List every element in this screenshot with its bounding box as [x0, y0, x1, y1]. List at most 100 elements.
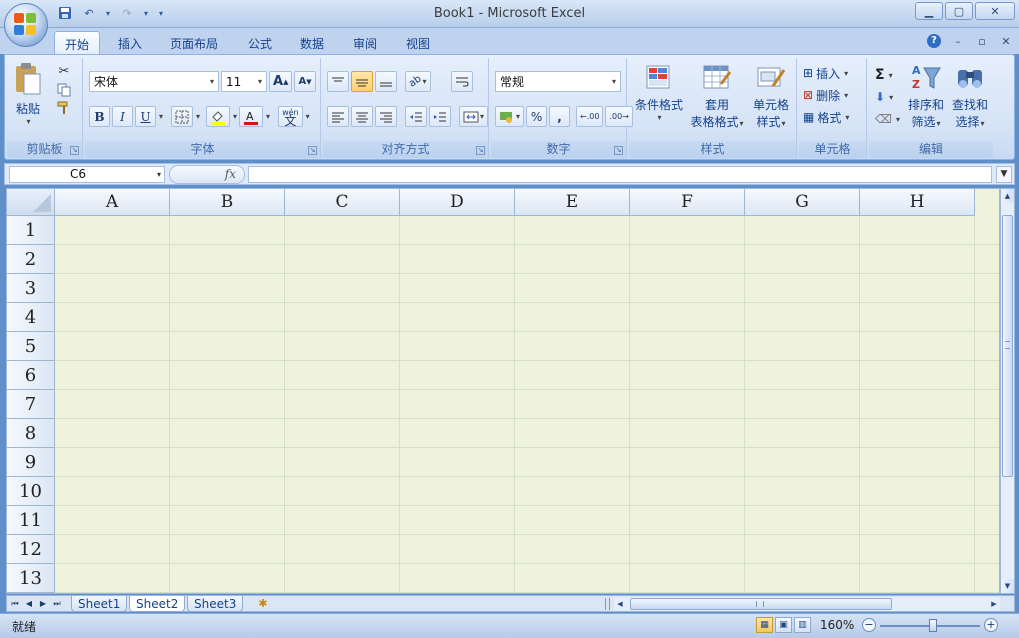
align-right-icon[interactable]: [375, 106, 397, 127]
tab-split-handle[interactable]: [605, 598, 610, 610]
font-color-icon[interactable]: A: [239, 106, 264, 127]
office-button[interactable]: [4, 3, 48, 47]
sheet-tab-3[interactable]: Sheet3: [187, 596, 244, 612]
help-icon[interactable]: ?: [927, 34, 941, 48]
accounting-format-icon[interactable]: ▾: [495, 106, 525, 127]
expand-formula-bar-icon[interactable]: ▼: [996, 166, 1012, 183]
autosum-button[interactable]: Σ ▾: [875, 64, 900, 86]
align-middle-icon[interactable]: [351, 71, 373, 92]
find-select-button[interactable]: 查找和 选择▾: [949, 62, 991, 130]
number-launcher-icon[interactable]: ↘: [614, 146, 623, 155]
column-header-c[interactable]: C: [285, 189, 400, 216]
scroll-up-icon[interactable]: ▲: [1001, 189, 1014, 203]
increase-decimal-button[interactable]: ← .00: [576, 106, 604, 127]
sort-filter-button[interactable]: AZ 排序和 筛选▾: [905, 62, 947, 130]
horizontal-scroll-thumb[interactable]: [630, 598, 892, 610]
align-top-icon[interactable]: [327, 71, 349, 92]
decrease-indent-icon[interactable]: [405, 106, 427, 127]
tab-view[interactable]: 视图: [396, 31, 440, 54]
grow-font-button[interactable]: A ▲: [269, 71, 293, 92]
insert-sheet-icon[interactable]: ✱: [252, 596, 274, 612]
vertical-scrollbar[interactable]: ▲ ▼: [1000, 188, 1015, 594]
table-format-button[interactable]: 套用 表格格式▾: [687, 62, 747, 130]
column-header-g[interactable]: G: [745, 189, 860, 216]
italic-button[interactable]: I: [112, 106, 133, 127]
workbook-minimize-button[interactable]: –: [951, 35, 965, 48]
fill-color-icon[interactable]: [206, 106, 231, 127]
page-break-view-icon[interactable]: ▥: [794, 617, 811, 633]
percent-style-button[interactable]: %: [526, 106, 548, 127]
row-header-13[interactable]: 13: [7, 564, 55, 593]
tab-home[interactable]: 开始: [54, 31, 101, 54]
borders-icon[interactable]: [171, 106, 194, 127]
format-painter-icon[interactable]: [57, 101, 71, 115]
row-header-8[interactable]: 8: [7, 419, 55, 448]
merge-center-icon[interactable]: ▾: [459, 106, 489, 127]
alignment-launcher-icon[interactable]: ↘: [476, 146, 485, 155]
number-format-select[interactable]: 常规 ▾: [495, 71, 621, 92]
scroll-right-icon[interactable]: ▶: [988, 597, 1000, 611]
comma-style-button[interactable]: ,: [549, 106, 571, 127]
prev-sheet-icon[interactable]: ◀: [23, 597, 35, 611]
font-launcher-icon[interactable]: ↘: [308, 146, 317, 155]
normal-view-icon[interactable]: ▦: [756, 617, 773, 633]
copy-icon[interactable]: [57, 83, 71, 97]
column-header-b[interactable]: B: [170, 189, 285, 216]
scroll-left-icon[interactable]: ◀: [614, 597, 626, 611]
bold-button[interactable]: B: [89, 106, 110, 127]
vertical-scroll-thumb[interactable]: [1002, 215, 1013, 477]
scroll-down-icon[interactable]: ▼: [1001, 579, 1014, 593]
shrink-font-button[interactable]: A ▼: [294, 71, 316, 92]
phonetic-button[interactable]: wén 文: [278, 106, 303, 127]
tab-data[interactable]: 数据: [290, 31, 334, 54]
row-header-7[interactable]: 7: [7, 390, 55, 419]
row-header-1[interactable]: 1: [7, 216, 55, 245]
workbook-close-button[interactable]: ✕: [999, 35, 1013, 48]
sheet-tab-1[interactable]: Sheet1: [71, 596, 128, 612]
zoom-out-icon[interactable]: −: [862, 618, 876, 632]
insert-cells-button[interactable]: ⊞ 插入 ▾: [803, 62, 849, 84]
tab-insert[interactable]: 插入: [108, 31, 152, 54]
wrap-text-icon[interactable]: [450, 71, 473, 92]
orientation-icon[interactable]: ab ▾: [405, 71, 431, 92]
borders-dropdown-icon[interactable]: ▾: [196, 112, 200, 121]
column-header-h[interactable]: H: [860, 189, 975, 216]
row-header-10[interactable]: 10: [7, 477, 55, 506]
fill-color-dropdown-icon[interactable]: ▾: [233, 112, 237, 121]
select-all-button[interactable]: [7, 189, 55, 216]
tab-formulas[interactable]: 公式: [238, 31, 282, 54]
paste-dropdown-icon[interactable]: ▾: [12, 117, 45, 126]
delete-cells-button[interactable]: ⊠ 删除 ▾: [803, 84, 849, 106]
font-size-select[interactable]: 11 ▾: [221, 71, 267, 92]
formula-input[interactable]: [248, 166, 992, 183]
row-header-12[interactable]: 12: [7, 535, 55, 564]
cell-area[interactable]: [55, 216, 999, 593]
format-cells-button[interactable]: ▦ 格式 ▾: [803, 106, 849, 128]
underline-dropdown-icon[interactable]: ▾: [159, 112, 163, 121]
cut-icon[interactable]: ✂: [59, 64, 70, 79]
column-header-a[interactable]: A: [55, 189, 170, 216]
font-color-dropdown-icon[interactable]: ▾: [266, 112, 270, 121]
align-bottom-icon[interactable]: [375, 71, 397, 92]
paste-button[interactable]: 粘贴 ▾: [11, 62, 45, 126]
phonetic-dropdown-icon[interactable]: ▾: [306, 112, 310, 121]
align-left-icon[interactable]: [327, 106, 349, 127]
underline-button[interactable]: U: [135, 106, 156, 127]
align-center-icon[interactable]: [351, 106, 373, 127]
row-header-4[interactable]: 4: [7, 303, 55, 332]
last-sheet-icon[interactable]: ⏭: [51, 597, 63, 611]
name-box[interactable]: C6 ▾: [9, 166, 165, 183]
row-header-3[interactable]: 3: [7, 274, 55, 303]
insert-function-icon[interactable]: fx: [225, 167, 236, 181]
fill-button[interactable]: ⬇ ▾: [875, 86, 900, 108]
font-name-select[interactable]: 宋体 ▾: [89, 71, 219, 92]
page-layout-view-icon[interactable]: ▣: [775, 617, 792, 633]
workbook-restore-button[interactable]: ▫: [975, 35, 989, 48]
increase-indent-icon[interactable]: [429, 106, 451, 127]
tab-page-layout[interactable]: 页面布局: [160, 31, 228, 54]
row-header-11[interactable]: 11: [7, 506, 55, 535]
clear-button[interactable]: ⌫ ▾: [875, 108, 900, 130]
row-header-5[interactable]: 5: [7, 332, 55, 361]
chevron-down-icon[interactable]: ▾: [157, 167, 161, 182]
zoom-level[interactable]: 160%: [820, 618, 854, 632]
